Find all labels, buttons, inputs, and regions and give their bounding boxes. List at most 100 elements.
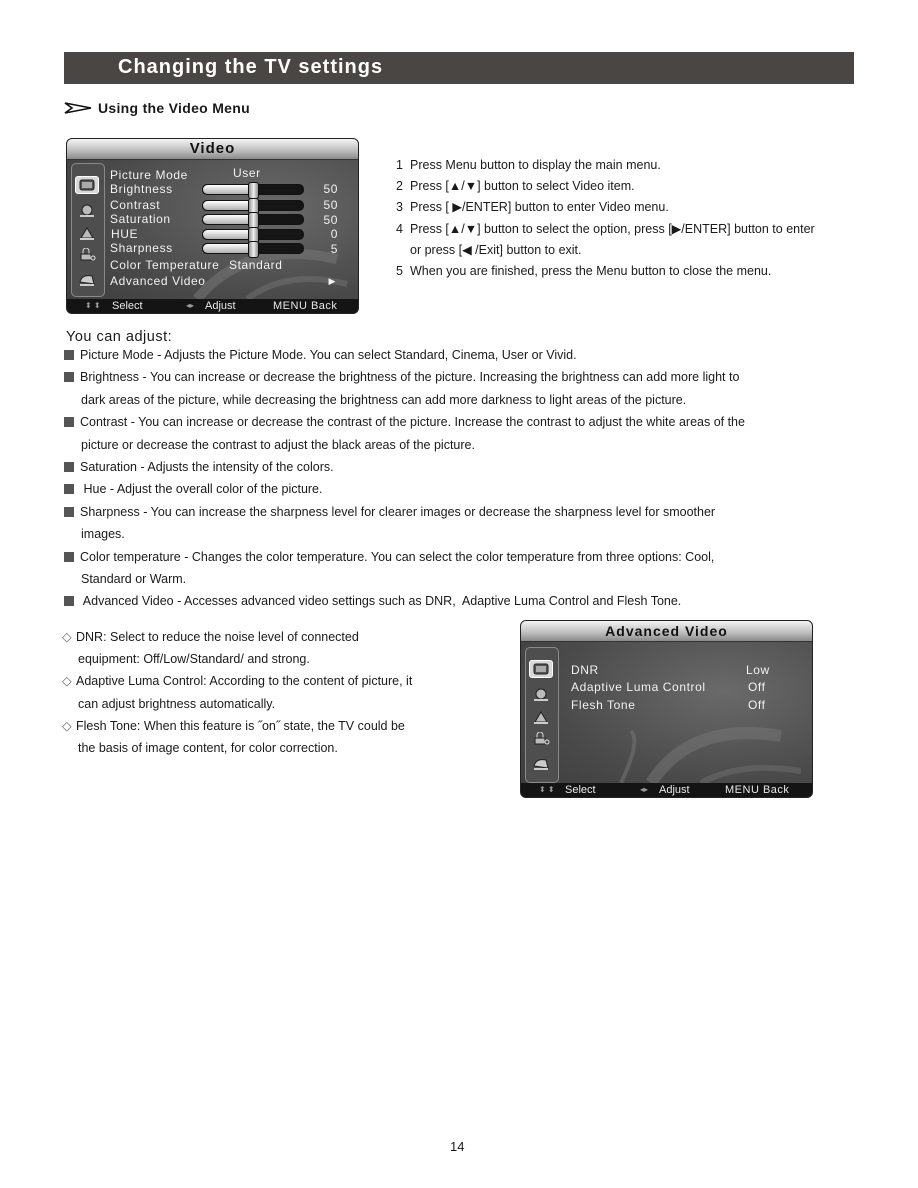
- adjust-heading: You can adjust:: [66, 329, 173, 345]
- adjust-item: Brightness - You can increase or decreas…: [64, 366, 854, 411]
- advanced-video-label[interactable]: Advanced Video: [110, 274, 206, 288]
- adjust-item: Contrast - You can increase or decrease …: [64, 411, 854, 456]
- left-right-arrows-icon: ◂▸: [186, 301, 195, 310]
- source-icon[interactable]: [78, 272, 96, 286]
- diamond-bullet-icon: ◇: [62, 630, 72, 644]
- diamond-bullet-icon: ◇: [62, 674, 72, 689]
- contrast-label[interactable]: Contrast: [110, 198, 160, 212]
- saturation-slider[interactable]: [202, 212, 304, 229]
- step: 3 Press [ ▶/ENTER] button to enter Video …: [396, 197, 815, 218]
- advanced-menu-header: Advanced Video: [521, 621, 812, 642]
- square-bullet-icon: [64, 462, 74, 473]
- hue-value: 0: [330, 227, 338, 241]
- sharpness-value: 5: [330, 242, 338, 256]
- submenu-arrow-icon[interactable]: ▶: [328, 276, 336, 287]
- footer-back: MENU Back: [273, 300, 338, 312]
- square-bullet-icon: [64, 372, 74, 383]
- brightness-value: 50: [323, 182, 338, 196]
- saturation-label[interactable]: Saturation: [110, 212, 171, 226]
- brightness-label[interactable]: Brightness: [110, 182, 173, 196]
- sharpness-label[interactable]: Sharpness: [110, 241, 173, 255]
- dnr-value[interactable]: Low: [746, 663, 770, 677]
- step: 4 Press [▲/▼] button to select the option…: [396, 219, 815, 240]
- footer-select: Select: [565, 784, 596, 796]
- adjust-item: Color temperature - Changes the color te…: [64, 546, 854, 591]
- square-bullet-icon: [64, 417, 74, 428]
- step-number: 3: [396, 200, 403, 215]
- step: 1 Press Menu button to display the main m…: [396, 155, 815, 176]
- lock-icon[interactable]: [78, 247, 96, 262]
- flesh-tone-label[interactable]: Flesh Tone: [571, 698, 635, 712]
- contrast-slider[interactable]: [202, 198, 304, 215]
- note-text: can adjust brightness automatically.: [78, 696, 276, 711]
- adjust-item: Picture Mode - Adjusts the Picture Mode.…: [64, 344, 854, 366]
- note-text: equipment: Off/Low/Standard/ and strong.: [78, 652, 310, 667]
- setup-icon[interactable]: [78, 226, 96, 240]
- square-bullet-icon: [64, 596, 74, 607]
- adjust-item: Saturation - Adjusts the intensity of th…: [64, 456, 854, 478]
- step: 2 Press [▲/▼] button to select Video item…: [396, 176, 815, 197]
- item-text: images.: [81, 527, 125, 542]
- item-text: Brightness - You can increase or decreas…: [80, 370, 740, 385]
- video-menu-title: Video: [189, 140, 236, 157]
- item-text: Picture Mode - Adjusts the Picture Mode.…: [80, 348, 577, 362]
- instruction-steps: 1 Press Menu button to display the main m…: [396, 155, 815, 282]
- flesh-tone-value[interactable]: Off: [748, 698, 766, 712]
- item-text: Sharpness - You can increase the sharpne…: [80, 504, 716, 519]
- step-number: 1: [396, 158, 403, 172]
- step-text: Press [▲/▼] button to select Video item.: [410, 179, 635, 194]
- lock-icon[interactable]: [532, 731, 550, 746]
- step-text: or press [◀ /Exit] button to exit.: [410, 242, 582, 257]
- contrast-value: 50: [323, 198, 338, 212]
- hue-label[interactable]: HUE: [111, 227, 138, 241]
- page-number: 14: [450, 1139, 465, 1154]
- item-text: Contrast - You can increase or decrease …: [80, 415, 745, 430]
- step-text: When you are finished, press the Menu bu…: [410, 264, 772, 279]
- dnr-label[interactable]: DNR: [571, 663, 599, 677]
- color-temperature-label[interactable]: Color Temperature: [110, 258, 219, 272]
- sharpness-slider[interactable]: [202, 241, 304, 258]
- adaptive-luma-label[interactable]: Adaptive Luma Control: [571, 680, 706, 694]
- note-text: Flesh Tone: When this feature is ˝on˝ st…: [76, 718, 405, 733]
- tv-picture-icon[interactable]: [529, 660, 553, 678]
- video-menu-footer: ⬍ ⬍ Select ◂▸ Adjust MENU Back: [67, 299, 358, 313]
- square-bullet-icon: [64, 484, 74, 495]
- advanced-menu-footer: ⬍ ⬍ Select ◂▸ Adjust MENU Back: [521, 783, 812, 797]
- saturation-value: 50: [323, 213, 338, 227]
- item-text: Hue - Adjust the overall color of the pi…: [80, 482, 323, 497]
- picture-mode-value[interactable]: User: [233, 166, 261, 180]
- left-right-arrows-icon: ◂▸: [640, 785, 649, 794]
- adjust-item: Hue - Adjust the overall color of the pi…: [64, 478, 854, 500]
- step-text: Press [ ▶/ENTER] button to enter Video m…: [410, 200, 669, 215]
- setup-icon[interactable]: [532, 710, 550, 724]
- note-text: the basis of image content, for color co…: [78, 741, 338, 756]
- square-bullet-icon: [64, 350, 74, 360]
- step-number: 4: [396, 221, 403, 236]
- item-text: Saturation - Adjusts the intensity of th…: [80, 460, 334, 475]
- item-text: Advanced Video - Accesses advanced video…: [80, 594, 682, 609]
- sound-icon[interactable]: [532, 688, 550, 702]
- slider-thumb[interactable]: [248, 182, 259, 199]
- video-menu-sidebar: [71, 163, 105, 297]
- note-item: ◇ DNR: Select to reduce the noise level o…: [62, 626, 482, 670]
- step-number: 5: [396, 264, 403, 279]
- advanced-video-osd: Advanced Video DNR Low Adaptive Luma Con…: [520, 620, 813, 798]
- hue-slider[interactable]: [202, 227, 304, 244]
- page-title-bar: Changing the TV settings: [64, 52, 854, 84]
- color-temperature-value[interactable]: Standard: [229, 258, 283, 272]
- section-heading: Using the Video Menu: [64, 97, 250, 119]
- source-icon[interactable]: [532, 756, 550, 770]
- tv-picture-icon[interactable]: [75, 176, 99, 194]
- footer-back: MENU Back: [725, 784, 790, 796]
- advanced-menu-title: Advanced Video: [605, 623, 728, 639]
- item-text: dark areas of the picture, while decreas…: [81, 392, 687, 407]
- note-item: ◇ Flesh Tone: When this feature is ˝on˝ s…: [62, 715, 482, 759]
- brightness-slider[interactable]: [202, 182, 304, 199]
- footer-adjust: Adjust: [659, 784, 690, 796]
- adaptive-luma-value[interactable]: Off: [748, 680, 766, 694]
- item-text: Color temperature - Changes the color te…: [80, 549, 715, 564]
- slider-thumb[interactable]: [248, 241, 259, 258]
- note-text: Adaptive Luma Control: According to the …: [76, 674, 413, 689]
- picture-mode-label[interactable]: Picture Mode: [110, 168, 188, 182]
- sound-icon[interactable]: [78, 204, 96, 218]
